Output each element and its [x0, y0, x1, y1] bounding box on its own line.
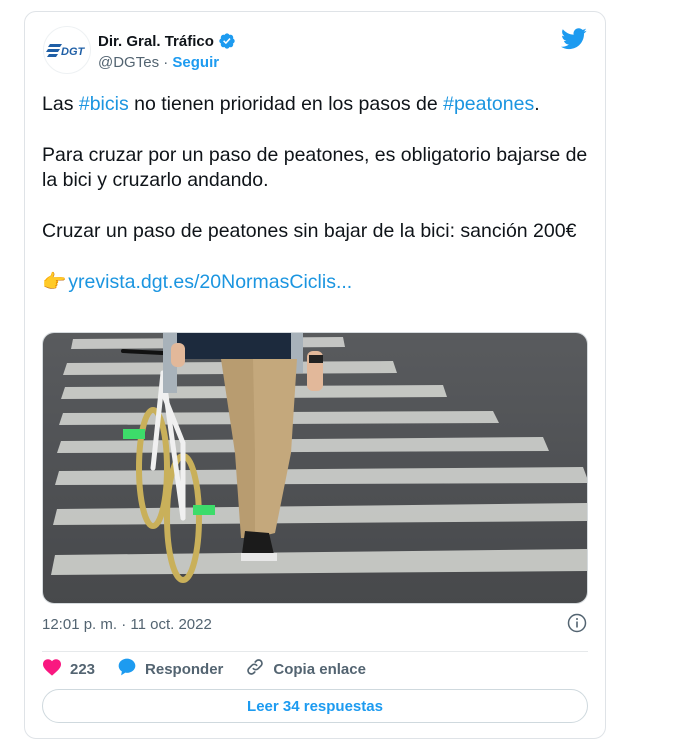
like-count: 223 [70, 660, 96, 678]
display-name[interactable]: Dir. Gral. Tráfico [98, 33, 214, 50]
link-icon [245, 657, 265, 681]
dgt-logo: DGT [46, 44, 86, 58]
pointing-hand-icon: 👉 [42, 271, 67, 293]
follow-link[interactable]: Seguir [172, 54, 219, 71]
copy-link-button[interactable]: Copia enlace [245, 657, 366, 681]
tweet-paragraph-1: Las #bicis no tienen prioridad en los pa… [42, 93, 540, 115]
info-icon[interactable] [567, 613, 587, 638]
svg-text:DGT: DGT [61, 46, 86, 58]
tweet-timestamp[interactable]: 12:01 p. m. · 11 oct. 2022 [42, 616, 212, 633]
tweet-photo[interactable] [42, 332, 588, 604]
speech-bubble-icon [117, 657, 137, 681]
like-button[interactable]: 223 [42, 658, 95, 680]
tweet-paragraph-3: Cruzar un paso de peatones sin bajar de … [42, 220, 577, 242]
handle-separator: · [163, 54, 169, 71]
article-link[interactable]: yrevista.dgt.es/20NormasCiclis... [68, 270, 352, 295]
twitter-bird-icon[interactable] [561, 28, 587, 55]
tweet-text: Las #bicis no tienen prioridad en los pa… [42, 92, 592, 321]
tweet-card: DGT Dir. Gral. Tráfico @DGTes · Seguir L… [24, 11, 606, 739]
read-replies-button[interactable]: Leer 34 respuestas [42, 689, 588, 723]
tweet-paragraph-2: Para cruzar por un paso de peatones, es … [42, 144, 588, 191]
account-avatar[interactable]: DGT [43, 26, 91, 74]
reply-label: Responder [145, 660, 224, 678]
verified-badge-icon [218, 32, 236, 50]
tweet-actions: 223 Responder Copia enlace [42, 657, 388, 681]
copy-link-label: Copia enlace [273, 660, 366, 678]
hashtag-bicis[interactable]: #bicis [79, 93, 129, 115]
reply-button[interactable]: Responder [117, 657, 223, 681]
tweet-link-line: 👉 yrevista.dgt.es/20NormasCiclis... [42, 270, 592, 295]
heart-icon [42, 658, 62, 680]
hashtag-peatones[interactable]: #peatones [443, 93, 534, 115]
divider [42, 651, 588, 652]
account-handle[interactable]: @DGTes [98, 54, 159, 71]
